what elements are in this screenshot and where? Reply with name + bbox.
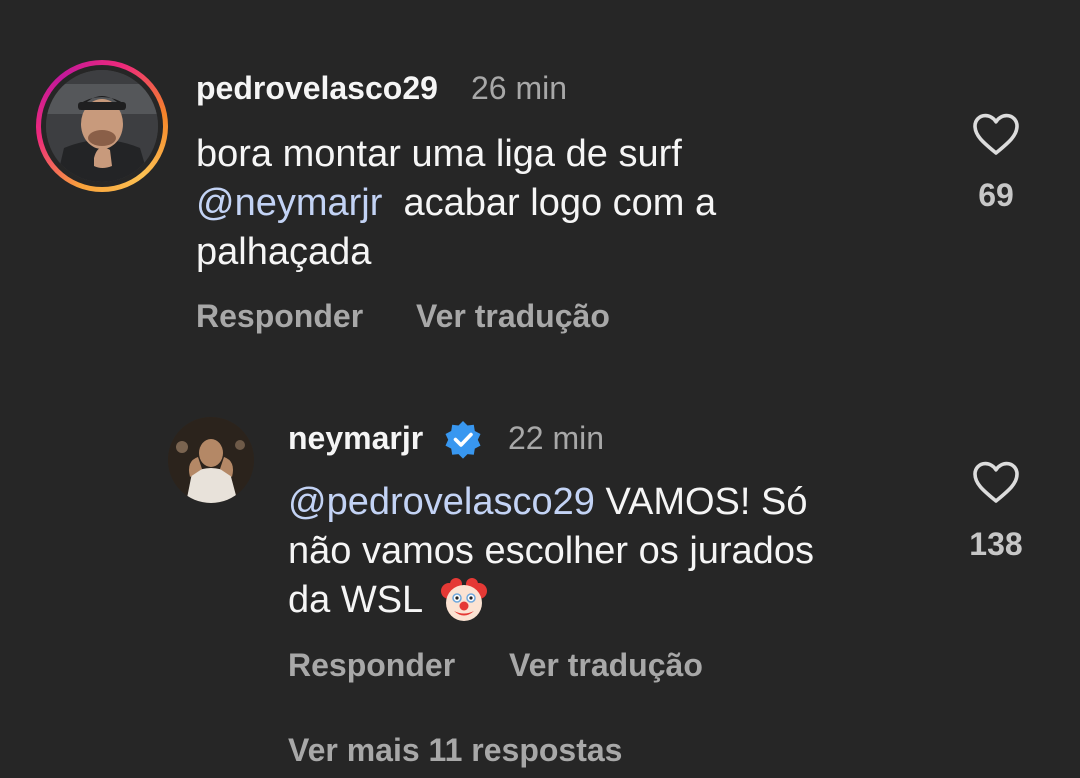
comment-timestamp: 22 min <box>508 420 605 456</box>
comment-text-line: bora montar uma liga de surf <box>196 130 682 178</box>
avatar[interactable] <box>168 417 254 503</box>
avatar-photo <box>168 417 254 503</box>
comment-pedrovelasco29: pedrovelasco29 26 min bora montar uma li… <box>0 0 1080 360</box>
comment-text: palhaçada <box>196 231 372 273</box>
comment-text-line: palhaçada <box>196 228 371 276</box>
like-count: 138 <box>969 526 1023 562</box>
mention-link[interactable]: @neymarjr <box>196 182 382 224</box>
comment-text: da WSL <box>288 579 433 621</box>
translate-button[interactable]: Ver tradução <box>416 298 610 335</box>
comment-text-line: @neymarjr acabar logo com a <box>196 179 716 227</box>
comment-text-line: não vamos escolher os jurados <box>288 527 814 575</box>
comment-text: não vamos escolher os jurados <box>288 530 814 572</box>
comment-text: VAMOS! Só <box>594 481 808 523</box>
clown-face-icon <box>441 578 487 621</box>
comment-text: acabar logo com a <box>382 182 717 224</box>
comment-username[interactable]: neymarjr <box>288 420 423 457</box>
comment-text-line: @pedrovelasco29 VAMOS! Só <box>288 478 807 526</box>
reply-button[interactable]: Responder <box>288 647 455 684</box>
comment-neymarjr: neymarjr 22 min @pedrovelasco29 VAMOS! S… <box>0 360 1080 778</box>
comment-text: bora montar uma liga de surf <box>196 133 682 175</box>
verified-badge-icon <box>445 421 481 459</box>
like-count: 69 <box>978 177 1014 213</box>
comment-username[interactable]: pedrovelasco29 <box>196 70 438 107</box>
heart-outline-icon[interactable] <box>972 112 1020 156</box>
comment-timestamp: 26 min <box>471 70 568 106</box>
heart-outline-icon[interactable] <box>972 460 1020 504</box>
avatar[interactable] <box>46 70 158 182</box>
translate-button[interactable]: Ver tradução <box>509 647 703 684</box>
view-more-replies-button[interactable]: Ver mais 11 respostas <box>288 732 622 769</box>
mention-link[interactable]: @pedrovelasco29 <box>288 481 595 523</box>
avatar-photo <box>46 70 158 182</box>
comment-text-line: da WSL <box>288 576 432 624</box>
reply-button[interactable]: Responder <box>196 298 363 335</box>
